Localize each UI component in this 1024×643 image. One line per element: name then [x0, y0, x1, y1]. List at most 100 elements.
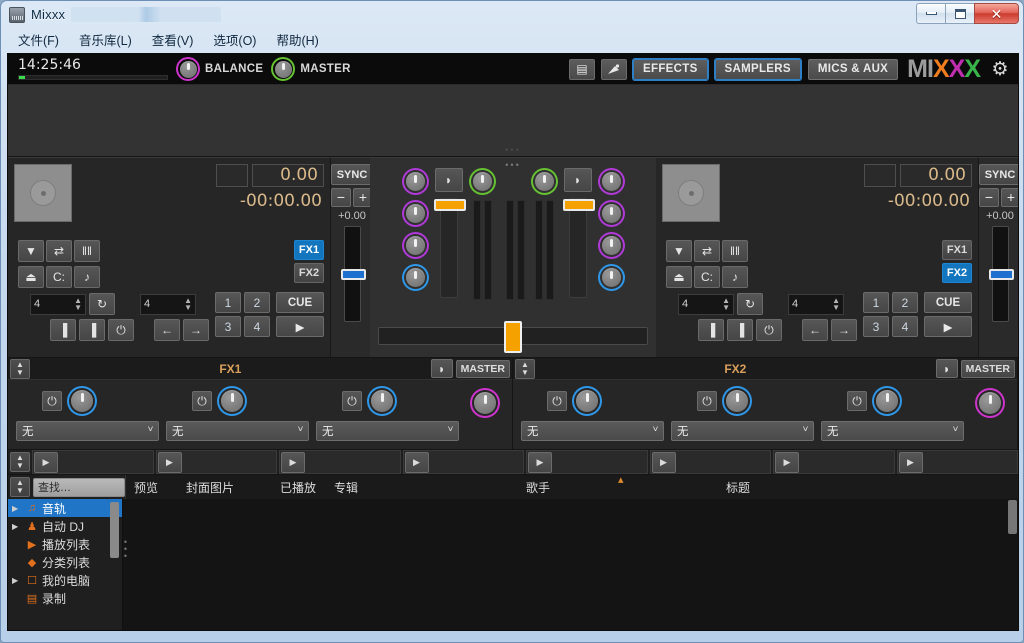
- deck-right-reloop-icon[interactable]: ⏻: [756, 319, 782, 341]
- crossfader[interactable]: [378, 327, 648, 345]
- sampler-8-play-icon[interactable]: ▶: [899, 452, 923, 473]
- fx-rack-2-slot-3-power-icon[interactable]: ⏻: [847, 391, 867, 411]
- channel-gain-knob-right[interactable]: [531, 168, 558, 195]
- deck-right-sync-button[interactable]: SYNC: [979, 164, 1019, 185]
- fx-rack-1-expander-icon[interactable]: ▲▼: [10, 359, 30, 379]
- beats-icon[interactable]: ♪: [74, 266, 100, 288]
- sampler-5[interactable]: ▶: [526, 450, 648, 474]
- sampler-expander-icon[interactable]: ▲▼: [10, 452, 30, 472]
- sampler-6-play-icon[interactable]: ▶: [652, 452, 676, 473]
- fx-rack-1-slot-1-select[interactable]: 无 ⱽ: [16, 421, 159, 441]
- deck-left-loop-in-icon[interactable]: ▐: [50, 319, 76, 341]
- keylock-icon[interactable]: ▼: [666, 240, 692, 262]
- crossfader-handle[interactable]: [504, 321, 522, 353]
- maximize-button[interactable]: [945, 3, 974, 24]
- sampler-7[interactable]: ▶: [773, 450, 895, 474]
- eq-mid-knob-right[interactable]: [598, 200, 625, 227]
- track-table[interactable]: •••: [123, 499, 1018, 631]
- deck-left-reloop-icon[interactable]: ⏻: [108, 319, 134, 341]
- sidebar-item-computer[interactable]: ▶ ☐ 我的电脑: [8, 571, 122, 589]
- deck-right-loop-out-icon[interactable]: ▐: [727, 319, 753, 341]
- library-splitter-handle[interactable]: •••: [123, 539, 128, 563]
- deck-left-hotcue-1[interactable]: 1: [215, 292, 241, 313]
- deck-left-fx2-button[interactable]: FX2: [294, 263, 324, 283]
- deck-left-loop-toggle-icon[interactable]: ↻: [89, 293, 115, 315]
- eq-low-knob-right[interactable]: [598, 232, 625, 259]
- keylock-icon[interactable]: ▼: [18, 240, 44, 262]
- deck-right-fx2-button[interactable]: FX2: [942, 263, 972, 283]
- fx-rack-2-slot-2-select[interactable]: 无 ⱽ: [671, 421, 814, 441]
- expand-arrow-icon[interactable]: ▶: [12, 522, 22, 531]
- sampler-2-play-icon[interactable]: ▶: [158, 452, 182, 473]
- eq-high-knob-right[interactable]: [598, 168, 625, 195]
- deck-right-key-display[interactable]: [864, 164, 896, 187]
- deck-right-hotcue-4[interactable]: 4: [892, 316, 918, 337]
- eject-icon[interactable]: ⏏: [18, 266, 44, 288]
- sampler-8[interactable]: ▶: [897, 450, 1019, 474]
- slip-icon[interactable]: ‖‖: [722, 240, 748, 262]
- pfl-headphone-button-right[interactable]: ◗: [564, 168, 592, 192]
- deck-right-beatloop-size[interactable]: 4 ▲▼: [678, 294, 734, 315]
- deck-right-rate-handle[interactable]: [989, 269, 1014, 280]
- balance-knob[interactable]: [176, 57, 200, 81]
- sampler-7-play-icon[interactable]: ▶: [775, 452, 799, 473]
- eq-mid-knob-left[interactable]: [402, 200, 429, 227]
- sampler-5-play-icon[interactable]: ▶: [528, 452, 552, 473]
- deck-right-bpm-display[interactable]: 0.00: [900, 164, 972, 187]
- deck-left-play-button[interactable]: ▶: [276, 316, 324, 337]
- fx-rack-1-slot-3-power-icon[interactable]: ⏻: [342, 391, 362, 411]
- quantize-icon[interactable]: C:: [694, 266, 720, 288]
- sampler-6[interactable]: ▶: [650, 450, 772, 474]
- deck-left-beatloop-size[interactable]: 4 ▲▼: [30, 294, 86, 315]
- record-icon[interactable]: ▤: [569, 59, 595, 80]
- fx-rack-1-headphone-button[interactable]: ◗: [431, 359, 453, 378]
- deck-right-rate-slider[interactable]: [992, 226, 1009, 322]
- deck-right-cue-button[interactable]: CUE: [924, 292, 972, 313]
- column-header-album[interactable]: 专辑: [334, 479, 358, 496]
- sampler-1[interactable]: ▶: [32, 450, 154, 474]
- volume-fader-left[interactable]: [440, 198, 458, 298]
- deck-left-hotcue-3[interactable]: 3: [215, 316, 241, 337]
- deck-right-loop-in-icon[interactable]: ▐: [698, 319, 724, 341]
- deck-left-cue-button[interactable]: CUE: [276, 292, 324, 313]
- filter-knob-left[interactable]: [402, 264, 429, 291]
- deck-left-bpm-display[interactable]: 0.00: [252, 164, 324, 187]
- sidebar-item-tracks[interactable]: ▶ ♫ 音轨: [8, 499, 122, 517]
- column-header-title[interactable]: 标题: [726, 479, 750, 496]
- fx-rack-1-slot-2-meta-knob[interactable]: [217, 386, 247, 416]
- deck-right-hotcue-3[interactable]: 3: [863, 316, 889, 337]
- repeat-icon[interactable]: ⇄: [46, 240, 72, 262]
- deck-left-key-display[interactable]: [216, 164, 248, 187]
- channel-gain-knob-left[interactable]: [469, 168, 496, 195]
- sampler-2[interactable]: ▶: [156, 450, 278, 474]
- deck-left-forward-icon[interactable]: →: [183, 319, 209, 341]
- menu-help[interactable]: 帮助(H): [267, 27, 327, 52]
- fx-rack-1-dry-wet-knob[interactable]: [470, 388, 500, 418]
- deck-left-rate-minus-button[interactable]: −: [331, 188, 351, 207]
- fx-rack-1-slot-2-power-icon[interactable]: ⏻: [192, 391, 212, 411]
- deck-right-play-button[interactable]: ▶: [924, 316, 972, 337]
- waveform-area[interactable]: •••: [8, 85, 1018, 157]
- deck-left-loopmove-size[interactable]: 4 ▲▼: [140, 294, 196, 315]
- column-header-played[interactable]: 已播放: [280, 479, 316, 496]
- deck-left-cover-art[interactable]: [14, 164, 72, 222]
- deck-left-hotcue-2[interactable]: 2: [244, 292, 270, 313]
- pfl-headphone-button-left[interactable]: ◗: [435, 168, 463, 192]
- deck-left-loop-out-icon[interactable]: ▐: [79, 319, 105, 341]
- fx-rack-2-slot-3-meta-knob[interactable]: [872, 386, 902, 416]
- fx-rack-1-master-button[interactable]: MASTER: [456, 360, 510, 378]
- sampler-4-play-icon[interactable]: ▶: [405, 452, 429, 473]
- slip-icon[interactable]: ‖‖: [74, 240, 100, 262]
- fx-rack-2-slot-2-power-icon[interactable]: ⏻: [697, 391, 717, 411]
- repeat-icon[interactable]: ⇄: [694, 240, 720, 262]
- gear-icon[interactable]: ⚙: [988, 57, 1012, 81]
- mics-aux-button[interactable]: MICS & AUX: [808, 59, 898, 80]
- fx-rack-2-expander-icon[interactable]: ▲▼: [515, 359, 535, 379]
- sidebar-item-recordings[interactable]: ▤ 录制: [8, 589, 122, 607]
- deck-right-loop-toggle-icon[interactable]: ↻: [737, 293, 763, 315]
- fx-rack-2-slot-3-select[interactable]: 无 ⱽ: [821, 421, 964, 441]
- sidebar-item-auto-dj[interactable]: ▶ ♟ 自动 DJ: [8, 517, 122, 535]
- fx-rack-2-dry-wet-knob[interactable]: [975, 388, 1005, 418]
- fx-rack-1-slot-3-meta-knob[interactable]: [367, 386, 397, 416]
- filter-knob-right[interactable]: [598, 264, 625, 291]
